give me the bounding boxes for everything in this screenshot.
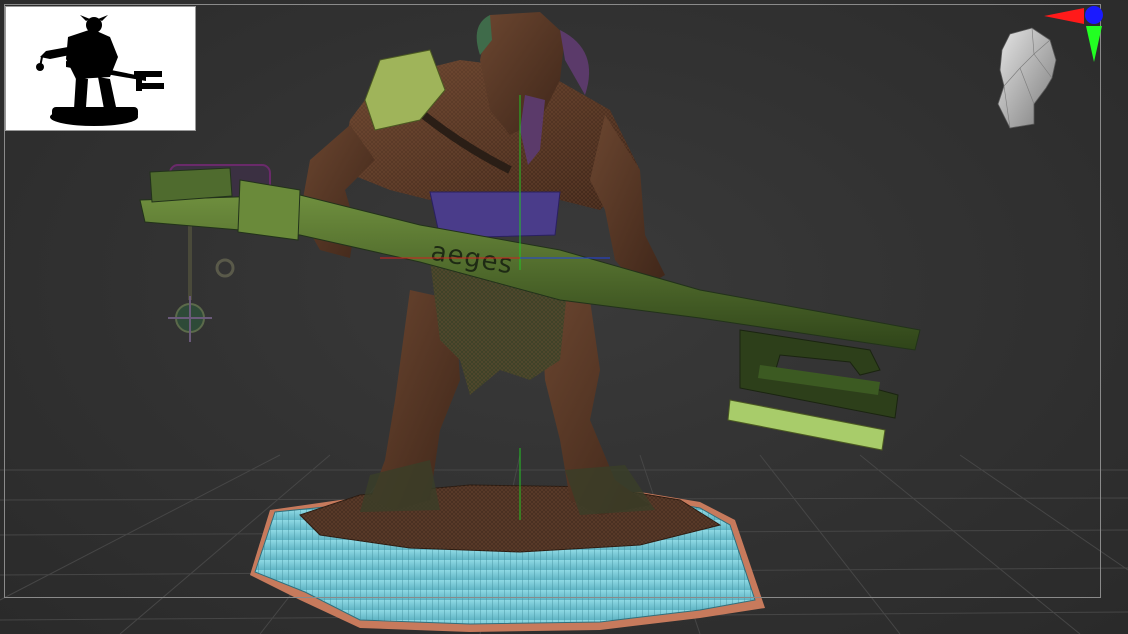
axis-x-arrow (1044, 8, 1084, 24)
axis-y-arrow (1086, 26, 1102, 62)
viewport-3d[interactable]: aeges (0, 0, 1128, 634)
axis-z-dot (1085, 6, 1103, 24)
axis-orientation-icon[interactable] (1040, 2, 1106, 68)
silhouette-thumbnail (36, 15, 164, 126)
silhouette-preview-icon[interactable] (5, 6, 196, 131)
